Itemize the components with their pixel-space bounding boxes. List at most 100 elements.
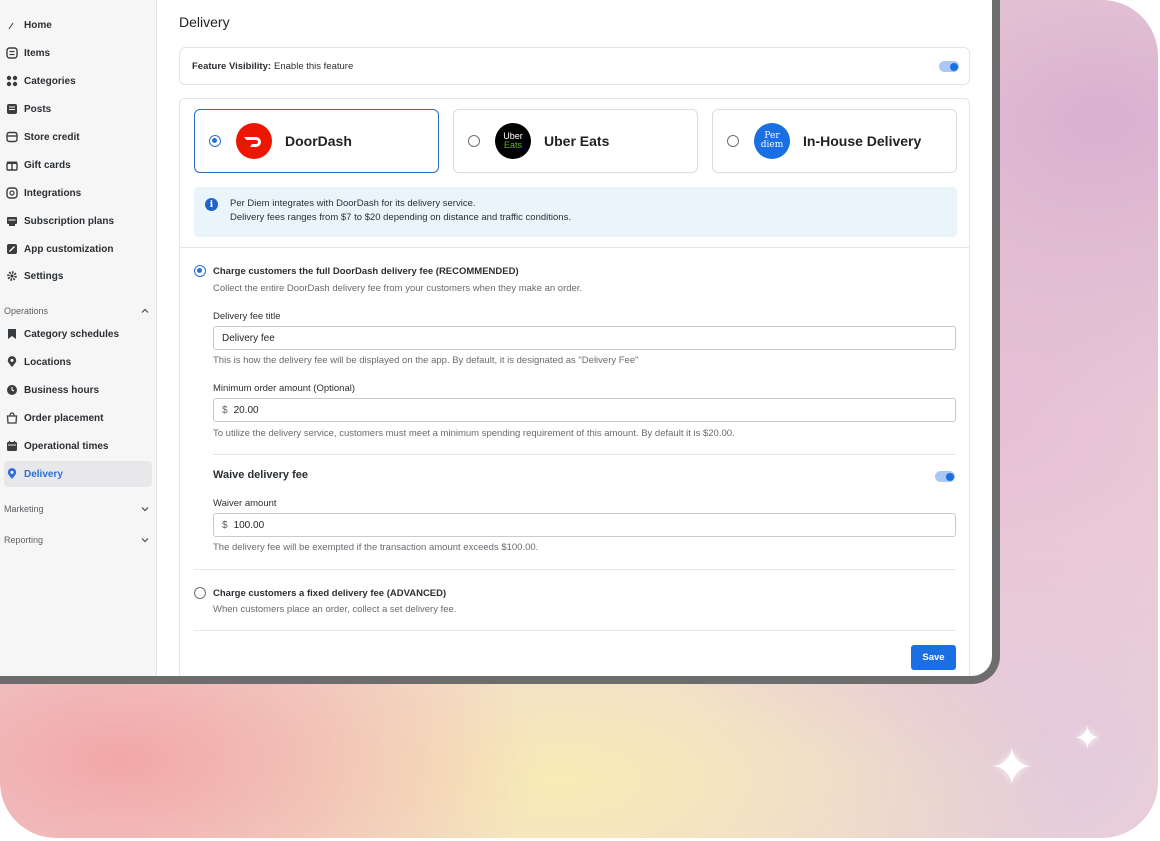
sidebar-item-home[interactable]: Home <box>4 12 152 38</box>
sidebar-item-items[interactable]: Items <box>4 40 152 66</box>
divider <box>213 454 956 455</box>
sidebar-item-label: Home <box>24 19 52 31</box>
section-reporting[interactable]: Reporting <box>4 531 150 549</box>
toggle-knob <box>950 62 958 71</box>
feature-visibility-card: Feature Visibility: Enable this feature <box>179 47 970 85</box>
sidebar-item-label: App customization <box>24 243 114 255</box>
section-label: Marketing <box>4 504 44 514</box>
toggle-knob <box>946 472 954 481</box>
app-window: Home Items Categories Posts Store credit <box>0 0 1000 684</box>
option-title: Charge customers a fixed delivery fee (A… <box>213 587 447 599</box>
waive-fee-toggle[interactable] <box>935 471 955 482</box>
info-icon: i <box>205 198 218 211</box>
chevron-down-icon <box>140 504 150 514</box>
gift-card-icon <box>6 159 18 171</box>
delivery-pin-icon <box>6 468 18 480</box>
sidebar-item-label: Store credit <box>24 131 80 143</box>
option-fixed-fee[interactable]: Charge customers a fixed delivery fee (A… <box>194 587 446 599</box>
sidebar-item-label: Posts <box>24 103 52 115</box>
app-customization-icon <box>6 243 18 255</box>
sidebar-item-label: Delivery <box>24 468 63 480</box>
sidebar-item-subscription-plans[interactable]: Subscription plans <box>4 208 152 234</box>
provider-radio[interactable] <box>468 135 480 147</box>
sidebar-item-label: Integrations <box>24 187 82 199</box>
sidebar-item-posts[interactable]: Posts <box>4 96 152 122</box>
field-label: Minimum order amount (Optional) <box>213 383 356 394</box>
sidebar-item-label: Gift cards <box>24 159 71 171</box>
integrations-icon <box>6 187 18 199</box>
visibility-text: Enable this feature <box>274 60 354 72</box>
doordash-logo-icon <box>236 123 272 159</box>
section-label: Operations <box>4 306 49 316</box>
sidebar: Home Items Categories Posts Store credit <box>0 0 157 676</box>
field-label: Delivery fee title <box>213 311 281 322</box>
provider-radio[interactable] <box>727 135 739 147</box>
clock-icon <box>6 384 18 396</box>
sidebar-item-label: Business hours <box>24 384 100 396</box>
sidebar-item-business-hours[interactable]: Business hours <box>4 377 152 403</box>
info-banner: i Per Diem integrates with DoorDash for … <box>194 187 957 237</box>
sidebar-item-settings[interactable]: Settings <box>4 263 152 289</box>
sidebar-item-app-customization[interactable]: App customization <box>4 236 152 262</box>
divider <box>194 569 956 570</box>
waiver-amount-input[interactable]: $ 100.00 <box>213 513 956 537</box>
home-icon <box>6 19 18 31</box>
input-value: Delivery fee <box>222 332 275 344</box>
categories-icon <box>6 75 18 87</box>
sidebar-item-delivery[interactable]: Delivery <box>4 461 152 487</box>
sidebar-item-label: Subscription plans <box>24 215 115 227</box>
feature-visibility-toggle[interactable] <box>939 61 959 72</box>
per-diem-logo-icon: Per diem <box>754 123 790 159</box>
option-radio[interactable] <box>194 587 206 599</box>
field-help: The delivery fee will be exempted if the… <box>213 542 539 553</box>
sidebar-item-label: Settings <box>24 270 64 282</box>
sidebar-item-locations[interactable]: Locations <box>4 349 152 375</box>
option-description: When customers place an order, collect a… <box>213 604 457 615</box>
chevron-up-icon <box>140 306 150 316</box>
visibility-label: Feature Visibility: <box>192 60 272 72</box>
chevron-down-icon <box>140 535 150 545</box>
field-help: To utilize the delivery service, custome… <box>213 428 735 439</box>
posts-icon <box>6 103 18 115</box>
provider-doordash[interactable]: DoorDash <box>194 109 439 173</box>
uber-eats-logo-icon: Uber Eats <box>495 123 531 159</box>
sparkle-small-icon: ✦ <box>1074 719 1101 757</box>
info-text: Per Diem integrates with DoorDash for it… <box>230 198 571 223</box>
currency-symbol: $ <box>222 519 228 531</box>
minimum-order-input[interactable]: $ 20.00 <box>213 398 956 422</box>
divider <box>194 630 956 631</box>
provider-name: In-House Delivery <box>803 133 922 149</box>
sidebar-item-operational-times[interactable]: Operational times <box>4 433 152 459</box>
provider-in-house[interactable]: Per diem In-House Delivery <box>712 109 957 173</box>
delivery-fee-title-input[interactable]: Delivery fee <box>213 326 956 350</box>
option-title: Charge customers the full DoorDash deliv… <box>213 265 519 277</box>
sidebar-item-integrations[interactable]: Integrations <box>4 180 152 206</box>
sidebar-item-store-credit[interactable]: Store credit <box>4 124 152 150</box>
option-full-fee[interactable]: Charge customers the full DoorDash deliv… <box>194 265 519 277</box>
items-icon <box>6 47 18 59</box>
sidebar-item-category-schedules[interactable]: Category schedules <box>4 321 152 347</box>
provider-uber-eats[interactable]: Uber Eats Uber Eats <box>453 109 698 173</box>
divider <box>180 247 969 248</box>
save-button[interactable]: Save <box>911 645 956 670</box>
provider-radio[interactable] <box>209 135 221 147</box>
bookmark-icon <box>6 328 18 340</box>
bag-icon <box>6 412 18 424</box>
page-title: Delivery <box>179 14 230 30</box>
waive-fee-title: Waive delivery fee <box>213 469 308 481</box>
section-marketing[interactable]: Marketing <box>4 500 150 518</box>
calendar-icon <box>6 440 18 452</box>
subscription-icon <box>6 215 18 227</box>
sidebar-item-gift-cards[interactable]: Gift cards <box>4 152 152 178</box>
sidebar-item-label: Locations <box>24 356 72 368</box>
sidebar-item-label: Category schedules <box>24 328 120 340</box>
sidebar-item-label: Order placement <box>24 412 104 424</box>
main-content: Delivery Feature Visibility: Enable this… <box>158 0 992 676</box>
sidebar-item-order-placement[interactable]: Order placement <box>4 405 152 431</box>
sidebar-item-categories[interactable]: Categories <box>4 68 152 94</box>
store-credit-icon <box>6 131 18 143</box>
option-radio[interactable] <box>194 265 206 277</box>
delivery-settings-card: DoorDash Uber Eats Uber Eats Per diem In… <box>179 98 970 676</box>
provider-name: DoorDash <box>285 133 352 149</box>
section-operations[interactable]: Operations <box>4 302 150 320</box>
